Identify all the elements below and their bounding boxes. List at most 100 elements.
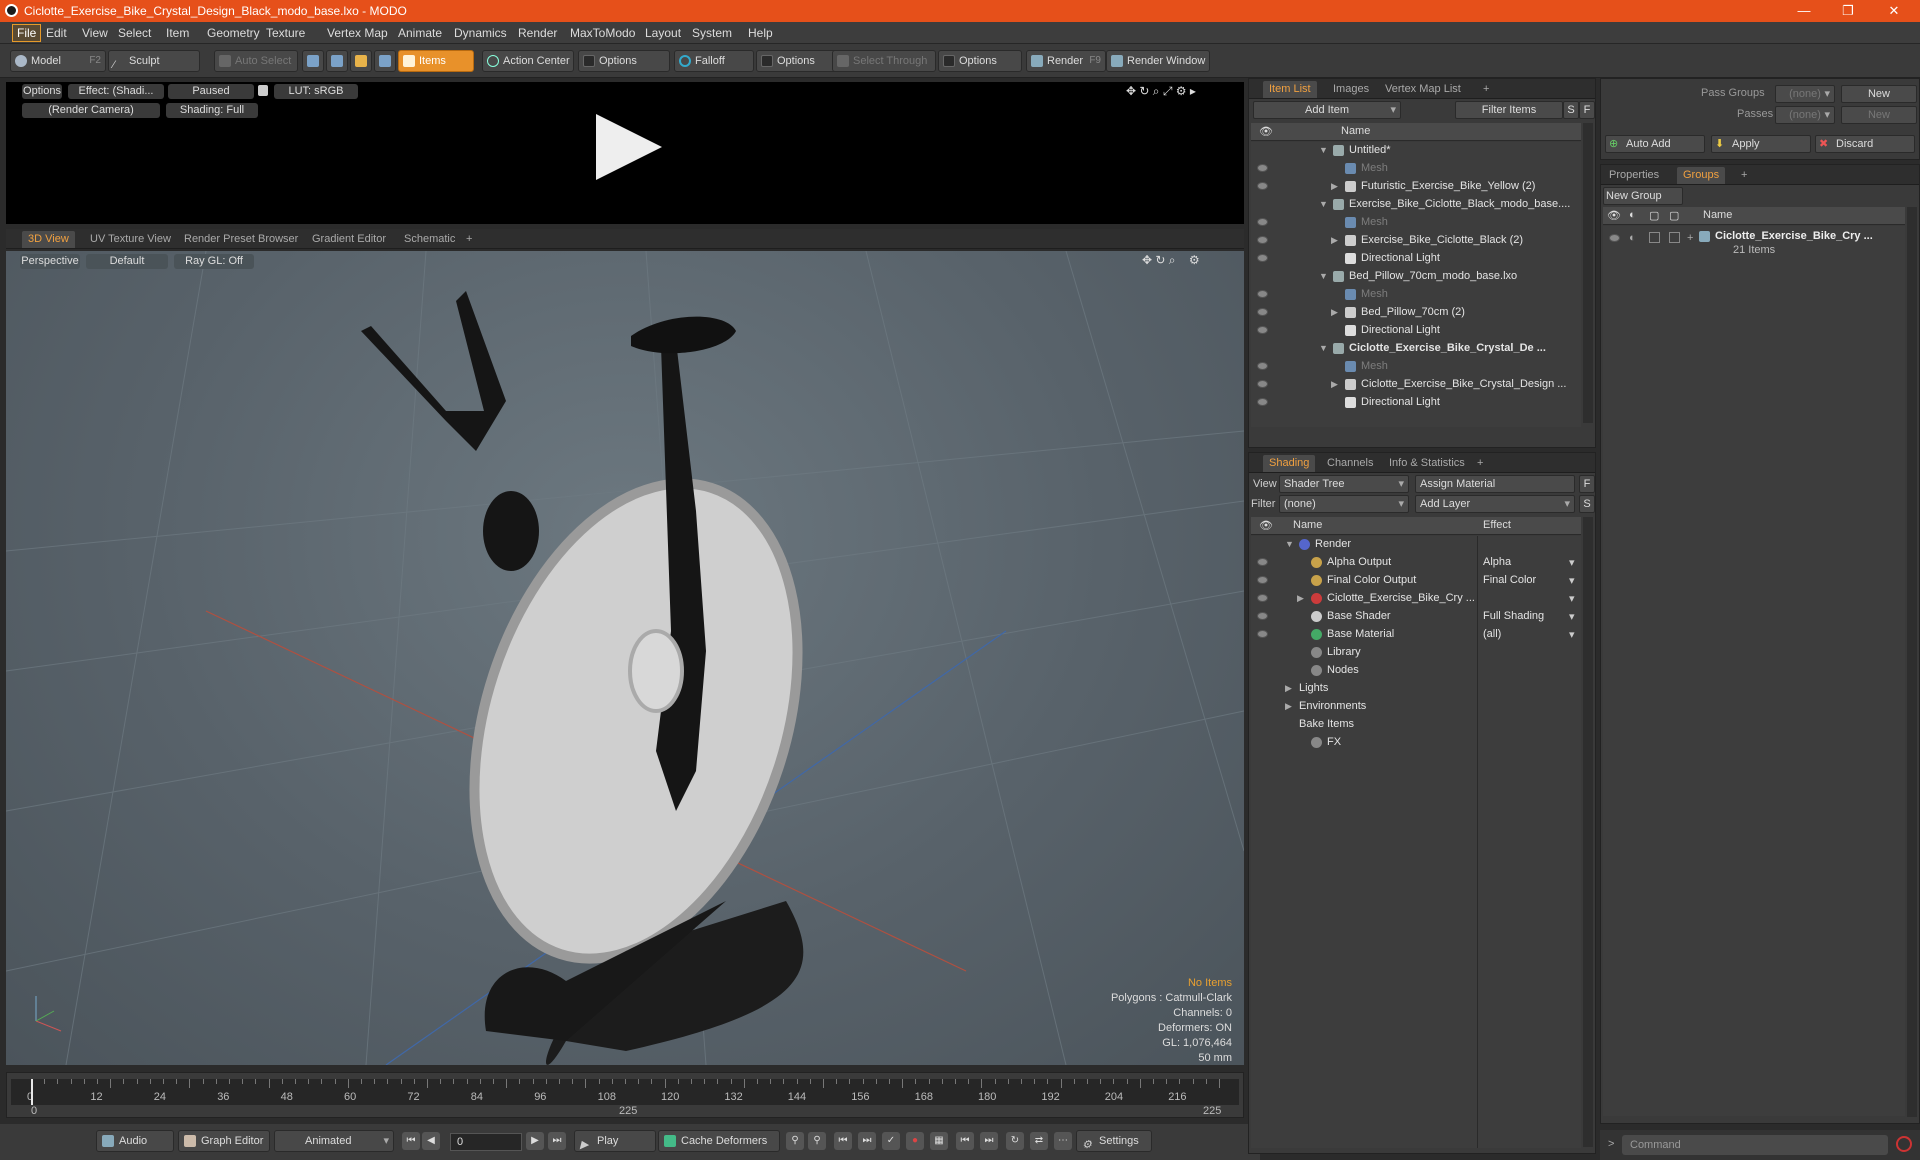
- filter-items-field[interactable]: Filter Items: [1455, 101, 1563, 119]
- menu-vertex-map[interactable]: Vertex Map: [327, 26, 388, 40]
- preview-effect-dropdown[interactable]: Effect: (Shadi...: [68, 84, 164, 99]
- shader-row[interactable]: Final Color Output Final Color ▾: [1251, 572, 1581, 590]
- action-center-options-button[interactable]: Options: [578, 50, 670, 72]
- materials-mode-button[interactable]: [374, 50, 396, 72]
- chevron-down-icon[interactable]: ▾: [1569, 628, 1575, 641]
- graph-editor-button[interactable]: Graph Editor: [178, 1130, 270, 1152]
- prev-key-icon[interactable]: ⏮: [834, 1132, 852, 1150]
- expand-icon[interactable]: ▶: [1331, 379, 1338, 390]
- options-icon[interactable]: ⋯: [1054, 1132, 1072, 1150]
- action-center-button[interactable]: Action Center: [482, 50, 574, 72]
- shader-row[interactable]: Library: [1251, 644, 1581, 662]
- cache-deformers-button[interactable]: Cache Deformers: [658, 1130, 780, 1152]
- auto-add-button[interactable]: Auto Add: [1605, 135, 1705, 153]
- menu-item[interactable]: Item: [166, 26, 189, 40]
- tab--[interactable]: +: [460, 231, 478, 248]
- command-input[interactable]: Command: [1622, 1135, 1888, 1155]
- render-button[interactable]: Render F9: [1026, 50, 1106, 72]
- groups-scrollbar[interactable]: [1907, 207, 1917, 1117]
- exercise-bike-model[interactable]: [361, 291, 854, 1065]
- tab--[interactable]: +: [1477, 81, 1495, 98]
- item-row[interactable]: ▶ Bed_Pillow_70cm (2): [1251, 304, 1581, 322]
- minimize-button[interactable]: —: [1784, 2, 1824, 20]
- item-row[interactable]: ▼ Exercise_Bike_Ciclotte_Black_modo_base.…: [1251, 196, 1581, 214]
- item-row[interactable]: Directional Light: [1251, 322, 1581, 340]
- expand-icon[interactable]: ▶: [1285, 701, 1292, 712]
- tab-shading[interactable]: Shading: [1263, 455, 1316, 472]
- item-row[interactable]: ▼ Untitled*: [1251, 142, 1581, 160]
- collapse-icon[interactable]: ▼: [1319, 343, 1328, 353]
- chevron-down-icon[interactable]: ▾: [1569, 592, 1575, 605]
- tab-3d-view[interactable]: 3D View: [22, 231, 75, 248]
- item-row[interactable]: ▶ Ciclotte_Exercise_Bike_Crystal_Design .…: [1251, 376, 1581, 394]
- key-filter-icon[interactable]: ▦: [930, 1132, 948, 1150]
- expand-icon[interactable]: ▶: [1297, 593, 1304, 604]
- chevron-down-icon[interactable]: ▾: [1569, 574, 1575, 587]
- item-row[interactable]: Directional Light: [1251, 394, 1581, 412]
- shader-effect-dropdown[interactable]: Final Color: [1483, 574, 1536, 586]
- pass-groups-new-button[interactable]: New: [1841, 85, 1917, 103]
- preview-nav-icons[interactable]: ✥ ↻ ⌕ ⤢ ⚙ ▸: [1126, 84, 1196, 99]
- item-row[interactable]: ▼ Ciclotte_Exercise_Bike_Crystal_De ...: [1251, 340, 1581, 358]
- skip-end-icon[interactable]: ⏭: [548, 1132, 566, 1150]
- eye-icon[interactable]: [1257, 398, 1268, 406]
- preview-lut-dropdown[interactable]: LUT: sRGB: [274, 84, 358, 99]
- item-row[interactable]: Mesh: [1251, 160, 1581, 178]
- eye-icon[interactable]: [1257, 380, 1268, 388]
- shader-row[interactable]: ▶ Ciclotte_Exercise_Bike_Cry ... ▾: [1251, 590, 1581, 608]
- animated-dropdown[interactable]: Animated: [274, 1130, 394, 1152]
- tab-render-preset-browser[interactable]: Render Preset Browser: [178, 231, 304, 248]
- passes-new-button[interactable]: New: [1841, 106, 1917, 124]
- shading-s-button[interactable]: S: [1579, 495, 1595, 513]
- shader-row[interactable]: Nodes: [1251, 662, 1581, 680]
- tab-schematic[interactable]: Schematic: [398, 231, 461, 248]
- preview-camera-dropdown[interactable]: (Render Camera): [22, 103, 160, 118]
- playhead[interactable]: [31, 1079, 33, 1105]
- pass-groups-dropdown[interactable]: (none): [1775, 85, 1835, 103]
- menu-geometry[interactable]: Geometry: [207, 26, 260, 40]
- 3d-viewport[interactable]: Perspective Default Ray GL: Off ✥ ↻ ⌕ ⚙ …: [6, 251, 1244, 1065]
- shading-f-button[interactable]: F: [1579, 475, 1595, 493]
- tab-groups[interactable]: Groups: [1677, 167, 1726, 184]
- eye-icon[interactable]: [1257, 236, 1268, 244]
- render-window-button[interactable]: Render Window: [1106, 50, 1210, 72]
- auto-select-button[interactable]: Auto Select: [214, 50, 298, 72]
- tab-vertex-map-list[interactable]: Vertex Map List: [1379, 81, 1467, 98]
- play-button[interactable]: ▶ Play: [574, 1130, 656, 1152]
- menu-edit[interactable]: Edit: [46, 26, 67, 40]
- edges-mode-button[interactable]: [326, 50, 348, 72]
- collapse-icon[interactable]: ▼: [1319, 199, 1328, 209]
- record-icon[interactable]: ●: [906, 1132, 924, 1150]
- falloff-options-button[interactable]: Options: [756, 50, 838, 72]
- ping-pong-icon[interactable]: ⇄: [1030, 1132, 1048, 1150]
- tab--[interactable]: +: [1735, 167, 1753, 184]
- eye-icon[interactable]: [1257, 576, 1268, 584]
- tab-images[interactable]: Images: [1327, 81, 1375, 98]
- play-icon[interactable]: [596, 114, 662, 180]
- menu-layout[interactable]: Layout: [645, 26, 681, 40]
- shader-effect-dropdown[interactable]: Full Shading: [1483, 610, 1544, 622]
- expand-icon[interactable]: ▶: [1331, 307, 1338, 318]
- item-row[interactable]: Directional Light: [1251, 250, 1581, 268]
- menu-texture[interactable]: Texture: [266, 26, 305, 40]
- tab-item-list[interactable]: Item List: [1263, 81, 1317, 98]
- step-back-icon[interactable]: ◀: [422, 1132, 440, 1150]
- tab-properties[interactable]: Properties: [1603, 167, 1665, 184]
- prev-frame-icon[interactable]: ⏮: [956, 1132, 974, 1150]
- shader-row[interactable]: Base Material (all) ▾: [1251, 626, 1581, 644]
- shader-tree-scrollbar[interactable]: [1583, 517, 1593, 1147]
- next-key-icon[interactable]: ⏭: [858, 1132, 876, 1150]
- shader-row[interactable]: FX: [1251, 734, 1581, 752]
- settings-button[interactable]: ⚙ Settings: [1076, 1130, 1152, 1152]
- eye-icon[interactable]: [1257, 254, 1268, 262]
- lock-icon[interactable]: [258, 85, 268, 96]
- expand-icon[interactable]: +: [1687, 232, 1693, 244]
- eye-icon[interactable]: [1257, 362, 1268, 370]
- view-dropdown[interactable]: Shader Tree: [1279, 475, 1409, 493]
- style-dropdown[interactable]: Default: [86, 254, 168, 269]
- tab-info-statistics[interactable]: Info & Statistics: [1383, 455, 1471, 472]
- menu-maxtomodo[interactable]: MaxToModo: [570, 26, 635, 40]
- new-group-button[interactable]: New Group: [1603, 187, 1683, 205]
- collapse-icon[interactable]: ▼: [1285, 539, 1294, 549]
- shader-row[interactable]: Alpha Output Alpha ▾: [1251, 554, 1581, 572]
